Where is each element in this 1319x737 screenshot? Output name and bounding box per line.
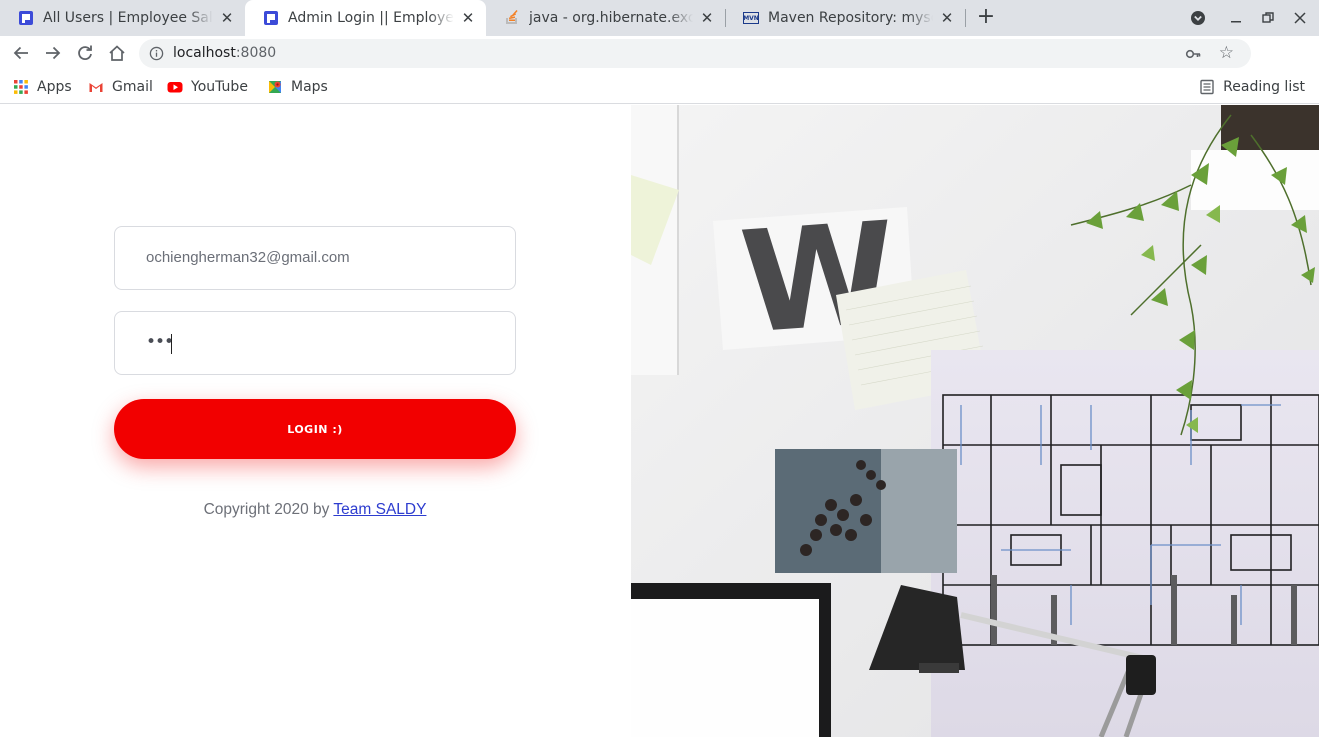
mvn-favicon-icon: MVN [743, 12, 759, 24]
minimize-icon [1231, 21, 1241, 23]
youtube-icon [167, 82, 183, 93]
star-icon[interactable]: ☆ [1219, 44, 1234, 62]
app-favicon-icon [264, 11, 278, 25]
minimize-button[interactable] [1226, 0, 1246, 36]
bookmark-youtube[interactable]: YouTube [167, 77, 248, 97]
info-icon [149, 46, 164, 61]
tab-search-button[interactable] [1186, 0, 1210, 36]
close-icon[interactable]: ✕ [219, 10, 235, 26]
login-button[interactable]: LOGIN :) [114, 399, 516, 459]
url-host: localhost [173, 45, 236, 61]
reading-list-label: Reading list [1223, 79, 1305, 95]
mvn-badge: MVN [743, 14, 759, 22]
login-page: ochiengherman32@gmail.com ••• LOGIN :) C… [0, 105, 1319, 737]
password-mask: ••• [146, 332, 174, 352]
maps-icon [269, 81, 281, 93]
reading-list-icon [1200, 79, 1214, 95]
copyright-text: Copyright 2020 by Team SALDY [114, 501, 516, 519]
bookmark-label: Apps [37, 79, 72, 95]
tab-strip: All Users | Employee Salary ✕ Admin Logi… [0, 0, 1319, 36]
bookmark-label: Gmail [112, 79, 153, 95]
url-port: :8080 [235, 45, 277, 61]
bookmarks-bar: Apps Gmail YouTube Maps Reading list [0, 70, 1319, 104]
home-button[interactable] [105, 41, 129, 65]
home-icon [109, 45, 125, 61]
reload-icon [78, 45, 92, 60]
apps-grid-icon [14, 80, 28, 94]
tab-title: java - org.hibernate.exception [529, 10, 693, 26]
reading-list-button[interactable]: Reading list [1199, 77, 1305, 97]
new-tab-button[interactable]: + [975, 6, 997, 29]
browser-toolbar: localhost:8080 ☆ [0, 36, 1319, 102]
arrow-right-icon [46, 46, 61, 60]
close-icon[interactable]: ✕ [460, 10, 476, 26]
forward-button[interactable] [41, 41, 65, 65]
restore-icon [1262, 12, 1274, 23]
reload-button[interactable] [73, 41, 97, 65]
photo-card [775, 449, 957, 573]
address-bar[interactable]: localhost:8080 ☆ [139, 39, 1251, 68]
window-close-button[interactable] [1290, 0, 1310, 36]
team-saldy-link[interactable]: Team SALDY [333, 501, 426, 518]
tab-title: All Users | Employee Salary [43, 10, 213, 26]
bookmark-gmail[interactable]: Gmail [88, 77, 153, 97]
tab-maven[interactable]: MVN Maven Repository: mysql ✕ [725, 0, 965, 36]
bookmark-apps[interactable]: Apps [13, 77, 72, 97]
workspace-illustration: W [631, 105, 1319, 737]
app-favicon-icon [19, 11, 33, 25]
tab-stackoverflow[interactable]: java - org.hibernate.exception ✕ [486, 0, 725, 36]
copyright-prefix: Copyright 2020 by [203, 501, 334, 518]
chevron-down-icon [1191, 11, 1205, 25]
email-value: ochiengherman32@gmail.com [146, 249, 350, 266]
tab-all-users[interactable]: All Users | Employee Salary ✕ [0, 0, 245, 36]
tab-divider [965, 9, 966, 27]
bookmark-label: Maps [291, 79, 328, 95]
url-text: localhost:8080 [173, 45, 276, 61]
email-field[interactable]: ochiengherman32@gmail.com [114, 226, 516, 290]
arrow-left-icon [13, 46, 28, 60]
hero-image: W [631, 105, 1319, 737]
close-icon[interactable]: ✕ [699, 10, 715, 26]
tab-title: Maven Repository: mysql [768, 10, 933, 26]
key-icon[interactable] [1185, 46, 1201, 62]
gmail-icon [89, 82, 103, 92]
stackoverflow-favicon-icon [506, 10, 518, 24]
close-icon [1294, 12, 1306, 24]
text-caret [171, 334, 172, 354]
tab-admin-login[interactable]: Admin Login || Employee Salary ✕ [245, 0, 486, 36]
tab-title: Admin Login || Employee Salary [288, 10, 454, 26]
bookmark-maps[interactable]: Maps [267, 77, 328, 97]
restore-button[interactable] [1258, 0, 1278, 36]
close-icon[interactable]: ✕ [939, 10, 955, 26]
password-field[interactable]: ••• [114, 311, 516, 375]
back-button[interactable] [9, 41, 33, 65]
bookmark-label: YouTube [191, 79, 248, 95]
tab-divider [725, 9, 726, 27]
